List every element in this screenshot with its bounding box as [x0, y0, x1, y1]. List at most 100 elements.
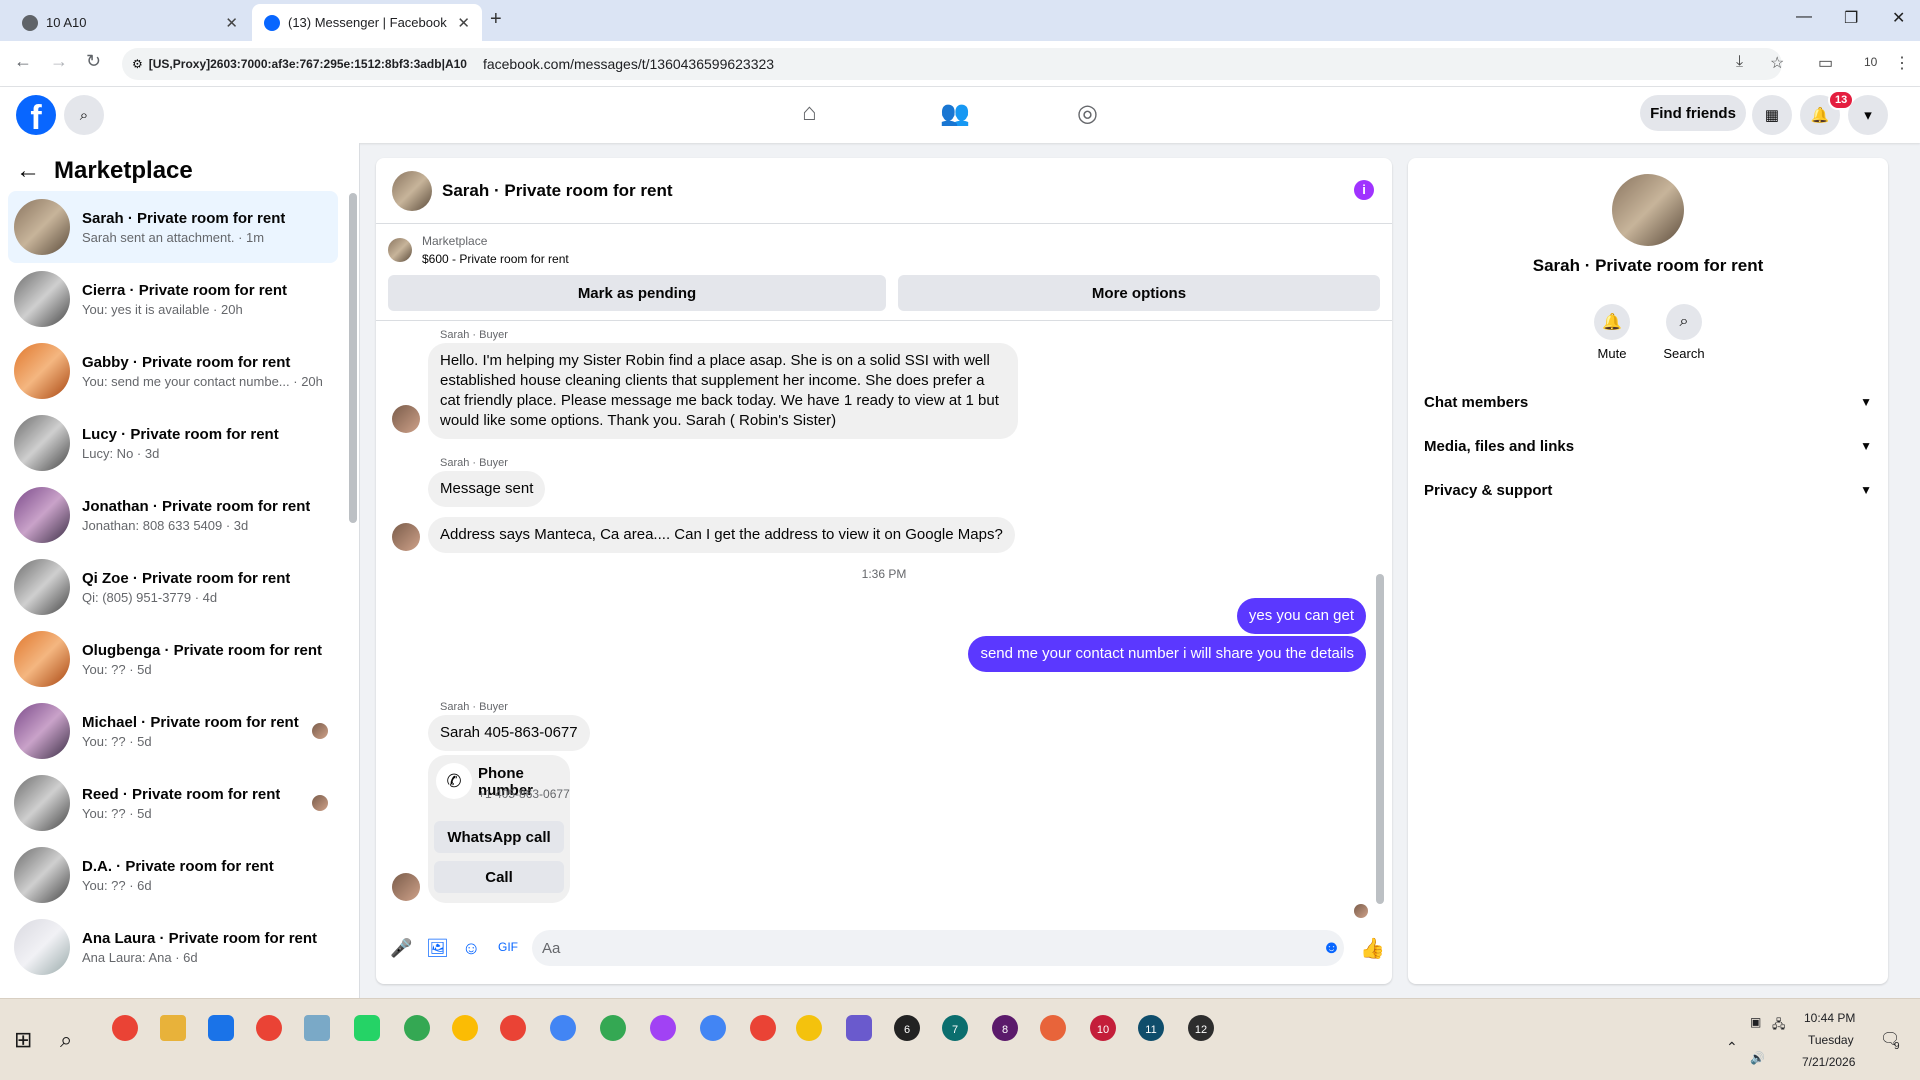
- reload-icon[interactable]: ↻: [86, 51, 101, 72]
- conversation-item[interactable]: Olugbenga · Private room for rent You: ??…: [8, 623, 338, 695]
- phone-card-number: +1 405-863-0677: [478, 787, 570, 801]
- sidebar-scrollbar[interactable]: [349, 193, 357, 523]
- conversation-item[interactable]: Jonathan · Private room for rent Jonathan…: [8, 479, 338, 551]
- account-button[interactable]: ▾: [1848, 95, 1888, 135]
- marketplace-listing-bar[interactable]: Marketplace $600 - Private room for rent: [388, 232, 569, 268]
- app-icon[interactable]: [1040, 1015, 1066, 1041]
- facebook-logo[interactable]: f: [16, 95, 56, 135]
- windows-start-icon[interactable]: ⊞: [14, 1027, 32, 1053]
- window-close-icon[interactable]: ✕: [1892, 8, 1905, 28]
- bookmark-star-icon[interactable]: ☆: [1770, 53, 1784, 73]
- conversation-name: Reed · Private room for rent: [82, 785, 281, 803]
- search-icon[interactable]: ⌕: [60, 1027, 72, 1053]
- meet-now-icon[interactable]: ▣: [1750, 1015, 1761, 1029]
- chrome-icon[interactable]: [500, 1015, 526, 1041]
- whatsapp-call-button[interactable]: WhatsApp call: [434, 821, 564, 853]
- forward-icon[interactable]: →: [50, 51, 68, 72]
- mute-action[interactable]: 🔔 Mute: [1582, 304, 1642, 361]
- close-icon[interactable]: ✕: [457, 14, 470, 32]
- info-icon[interactable]: i: [1354, 180, 1374, 200]
- search-action[interactable]: ⌕ Search: [1654, 304, 1714, 361]
- avatar: [14, 343, 70, 399]
- url-text[interactable]: facebook.com/messages/t/1360436599623323: [483, 56, 774, 72]
- chat-members-section[interactable]: Chat members ▼: [1424, 382, 1872, 422]
- sidebar-header: ← Marketplace: [16, 157, 193, 185]
- chrome-icon[interactable]: [256, 1015, 282, 1041]
- emoji-icon[interactable]: ☻: [1322, 937, 1341, 958]
- photo-icon[interactable]: 🖼: [426, 938, 449, 959]
- numbered-app-icon[interactable]: 10: [1090, 1015, 1116, 1041]
- conversation-item[interactable]: Reed · Private room for rent You: ?? · 5d: [8, 767, 338, 839]
- conversation-item[interactable]: Ana Laura · Private room for rent Ana Lau…: [8, 911, 338, 983]
- call-button[interactable]: Call: [434, 861, 564, 893]
- address-bar[interactable]: ⚙ [US,Proxy]2603:7000:af3e:767:295e:1512…: [122, 48, 1782, 80]
- restore-icon[interactable]: ❐: [1844, 8, 1858, 28]
- privacy-support-section[interactable]: Privacy & support ▼: [1424, 470, 1872, 510]
- message-input[interactable]: Aa: [532, 930, 1344, 966]
- chrome-icon[interactable]: [650, 1015, 676, 1041]
- friends-icon[interactable]: 👥: [940, 99, 970, 128]
- back-arrow-icon[interactable]: ←: [16, 157, 40, 185]
- minimize-icon[interactable]: —: [1796, 8, 1812, 26]
- numbered-app-icon[interactable]: 8: [992, 1015, 1018, 1041]
- app-icon[interactable]: [304, 1015, 330, 1041]
- chrome-icon[interactable]: [404, 1015, 430, 1041]
- profile-badge[interactable]: 10: [1864, 55, 1877, 69]
- sent-message-bubble: yes you can get: [1236, 598, 1366, 634]
- chrome-icon[interactable]: [700, 1015, 726, 1041]
- more-options-button[interactable]: More options: [898, 275, 1380, 311]
- browser-tab-active[interactable]: (13) Messenger | Facebook ✕: [252, 4, 482, 41]
- conversation-item[interactable]: Gabby · Private room for rent You: send m…: [8, 335, 338, 407]
- media-files-section[interactable]: Media, files and links ▼: [1424, 426, 1872, 466]
- file-explorer-icon[interactable]: [160, 1015, 186, 1041]
- conversation-item[interactable]: D.A. · Private room for rent You: ?? · 6d: [8, 839, 338, 911]
- chrome-icon[interactable]: [600, 1015, 626, 1041]
- gif-icon[interactable]: GIF: [498, 940, 518, 954]
- groups-icon[interactable]: ◎: [1077, 99, 1098, 128]
- sidepanel-icon[interactable]: ▭: [1818, 53, 1833, 73]
- chevron-down-icon: ▾: [1864, 107, 1872, 124]
- install-icon[interactable]: ⤓: [1736, 53, 1743, 71]
- menu-button[interactable]: ▦: [1752, 95, 1792, 135]
- avatar[interactable]: [1612, 174, 1684, 246]
- avatar: [14, 703, 70, 759]
- sticker-icon[interactable]: ☺: [462, 938, 480, 959]
- avatar[interactable]: [392, 170, 432, 211]
- conversation-item[interactable]: Qi Zoe · Private room for rent Qi: (805) …: [8, 551, 338, 623]
- chevron-up-icon[interactable]: ⌃: [1726, 1039, 1738, 1056]
- whatsapp-icon[interactable]: [354, 1015, 380, 1041]
- find-friends-button[interactable]: Find friends: [1640, 95, 1746, 131]
- volume-icon[interactable]: 🔊: [1750, 1051, 1765, 1065]
- home-icon[interactable]: ⌂: [802, 99, 817, 127]
- conversation-item[interactable]: Michael · Private room for rent You: ?? ·…: [8, 695, 338, 767]
- app-icon[interactable]: [846, 1015, 872, 1041]
- browser-tab[interactable]: 10 A10 ✕: [10, 4, 250, 41]
- mark-as-pending-button[interactable]: Mark as pending: [388, 275, 886, 311]
- chrome-icon[interactable]: [550, 1015, 576, 1041]
- numbered-app-icon[interactable]: 6: [894, 1015, 920, 1041]
- search-button[interactable]: ⌕: [64, 95, 104, 135]
- menu-kebab-icon[interactable]: ⋮: [1894, 53, 1910, 73]
- site-settings-icon[interactable]: ⚙: [132, 57, 143, 71]
- new-tab-icon[interactable]: +: [490, 8, 502, 31]
- app-icon[interactable]: [796, 1015, 822, 1041]
- numbered-app-icon[interactable]: 12: [1188, 1015, 1214, 1041]
- numbered-app-icon[interactable]: 7: [942, 1015, 968, 1041]
- conversation-item[interactable]: Sarah · Private room for rent Sarah sent …: [8, 191, 338, 263]
- chrome-icon[interactable]: [452, 1015, 478, 1041]
- chrome-icon[interactable]: [750, 1015, 776, 1041]
- conversation-item[interactable]: Lucy · Private room for rent Lucy: No · 3…: [8, 407, 338, 479]
- close-icon[interactable]: ✕: [225, 14, 238, 32]
- clock-time[interactable]: 10:44 PM: [1804, 1011, 1855, 1025]
- chat-scrollbar[interactable]: [1376, 574, 1384, 904]
- back-icon[interactable]: ←: [14, 51, 32, 72]
- microphone-icon[interactable]: 🎤: [390, 938, 412, 959]
- chat-title[interactable]: Sarah · Private room for rent: [442, 181, 673, 201]
- network-icon[interactable]: 🖧: [1772, 1015, 1785, 1036]
- chrome-icon[interactable]: [112, 1015, 138, 1041]
- conversation-item[interactable]: Cierra · Private room for rent You: yes i…: [8, 263, 338, 335]
- sender-avatar: [392, 405, 420, 433]
- like-thumb-icon[interactable]: 👍: [1360, 936, 1385, 961]
- app-icon[interactable]: [208, 1015, 234, 1041]
- numbered-app-icon[interactable]: 11: [1138, 1015, 1164, 1041]
